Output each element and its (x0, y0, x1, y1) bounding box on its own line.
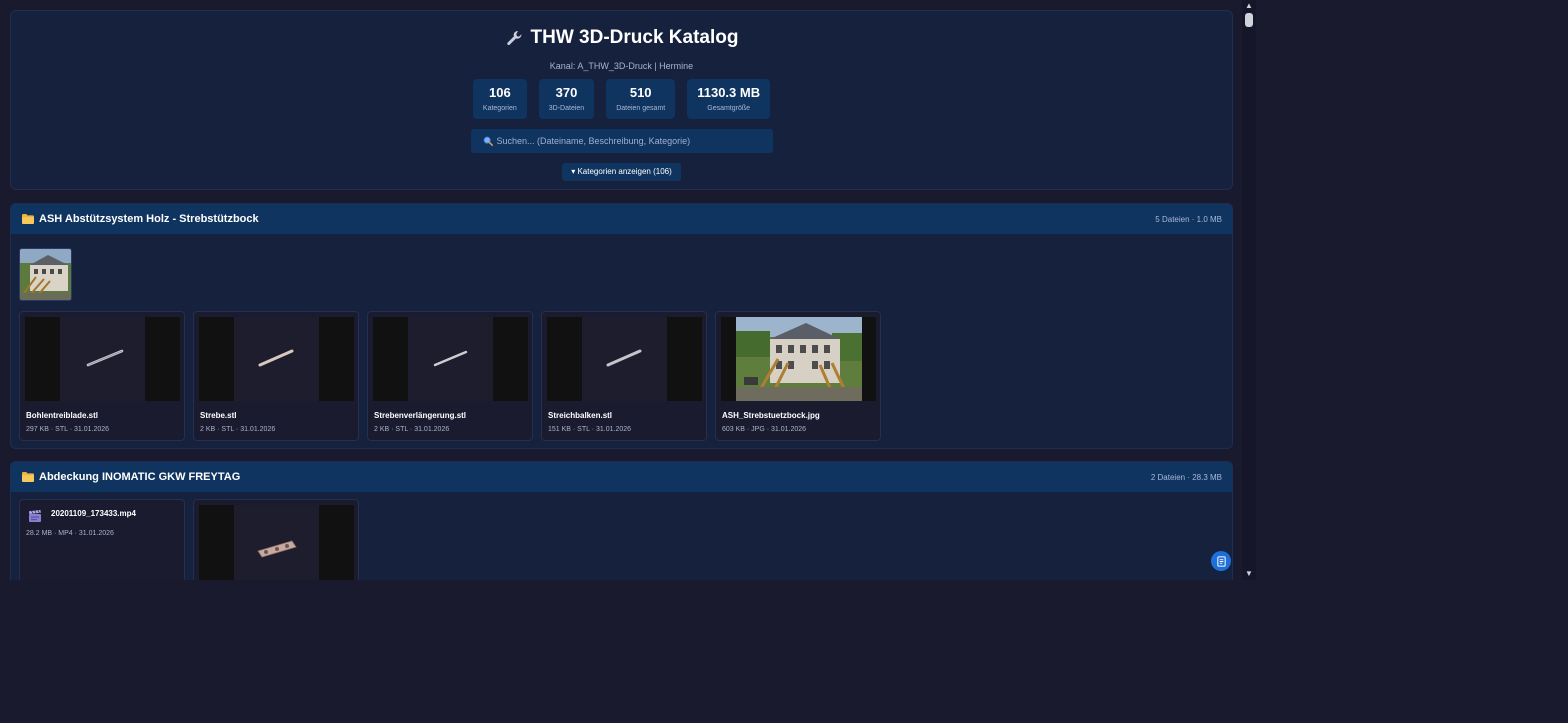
stl-model-render (606, 349, 642, 367)
search-input[interactable] (496, 136, 757, 146)
catalog-header: THW 3D-Druck Katalog Kanal: A_THW_3D-Dru… (10, 10, 1233, 190)
file-meta: 297 KB · STL · 31.01.2026 (26, 426, 110, 433)
preview-letterbox-left (547, 317, 582, 401)
preview-letterbox-right (862, 317, 876, 401)
clapperboard-icon (29, 510, 41, 522)
section-header[interactable]: Abdeckung INOMATIC GKW FREYTAG 2 Dateien… (11, 462, 1232, 492)
folder-icon (22, 472, 34, 482)
building-photo (736, 317, 862, 401)
file-meta: 151 KB · STL · 31.01.2026 (548, 426, 632, 433)
image-preview (721, 317, 876, 401)
file-grid: 20201109_173433.mp4 28.2 MB · MP4 · 31.0… (19, 499, 359, 580)
stat-label: Gesamtgröße (707, 105, 751, 112)
stl-model-render (433, 350, 468, 367)
stl-preview (199, 317, 354, 401)
section-title-text: ASH Abstützsystem Holz - Strebstützbock (39, 213, 259, 225)
stl-preview (25, 317, 180, 401)
scroll-thumb[interactable] (1245, 13, 1253, 27)
channel-subtitle: Kanal: A_THW_3D-Druck | Hermine (549, 61, 694, 71)
stat-value: 510 (629, 85, 652, 100)
stl-model-render (258, 349, 294, 367)
stat-categories: 106 Kategorien (472, 79, 527, 119)
stl-preview (373, 317, 528, 401)
stat-label: Kategorien (482, 105, 517, 112)
page-viewport: THW 3D-Druck Katalog Kanal: A_THW_3D-Dru… (0, 0, 1242, 580)
scroll-down-arrow[interactable]: ▼ (1242, 568, 1256, 580)
stat-total-size: 1130.3 MB Gesamtgröße (687, 79, 771, 119)
scroll-up-arrow[interactable]: ▲ (1242, 0, 1256, 12)
file-card[interactable]: ASH_Strebstuetzbock.jpg 603 KB · JPG · 3… (715, 311, 881, 441)
file-card[interactable]: Bohlentreiblade.stl 297 KB · STL · 31.01… (19, 311, 185, 441)
preview-letterbox-right (319, 505, 354, 580)
section-title: Abdeckung INOMATIC GKW FREYTAG (22, 471, 240, 483)
file-meta: 2 KB · STL · 31.01.2026 (200, 426, 276, 433)
wrench-icon (506, 30, 521, 46)
section-header[interactable]: ASH Abstützsystem Holz - Strebstützbock … (11, 204, 1232, 234)
file-card[interactable]: Streichbalken.stl 151 KB · STL · 31.01.2… (541, 311, 707, 441)
file-name: 20201109_173433.mp4 (51, 509, 136, 518)
file-name: Strebe.stl (200, 411, 237, 420)
file-grid: Bohlentreiblade.stl 297 KB · STL · 31.01… (19, 311, 881, 441)
stl-preview (547, 317, 702, 401)
section-title-text: Abdeckung INOMATIC GKW FREYTAG (39, 471, 241, 483)
preview-letterbox-right (319, 317, 354, 401)
stat-3d-files: 370 3D-Dateien (538, 79, 595, 119)
file-name: Streichbalken.stl (548, 411, 613, 420)
show-categories-button[interactable]: ▾ Kategorien anzeigen (106) (562, 163, 681, 181)
stl-model-render (86, 349, 124, 367)
file-meta: 603 KB · JPG · 31.01.2026 (722, 426, 807, 433)
vertical-scrollbar[interactable]: ▲ ▼ (1242, 0, 1256, 580)
file-card[interactable]: Strebenverlängerung.stl 2 KB · STL · 31.… (367, 311, 533, 441)
section-meta: 5 Dateien · 1.0 MB (1155, 214, 1222, 224)
preview-letterbox-right (145, 317, 180, 401)
title-text: THW 3D-Druck Katalog (530, 27, 739, 48)
section-meta: 2 Dateien · 28.3 MB (1150, 472, 1222, 482)
building-photo (20, 249, 71, 300)
stat-value: 106 (488, 85, 511, 100)
file-meta: 28.2 MB · MP4 · 31.01.2026 (26, 530, 114, 537)
preview-letterbox-right (493, 317, 528, 401)
folder-icon (22, 214, 34, 224)
stat-value: 1130.3 MB (697, 85, 761, 100)
stats-row: 106 Kategorien 370 3D-Dateien 510 Dateie… (11, 79, 1232, 119)
category-section: Abdeckung INOMATIC GKW FREYTAG 2 Dateien… (10, 461, 1233, 580)
file-name: Bohlentreiblade.stl (26, 411, 99, 420)
page-title: THW 3D-Druck Katalog (11, 27, 1232, 49)
file-name: ASH_Strebstuetzbock.jpg (722, 411, 820, 420)
stl-preview (199, 505, 354, 580)
file-name: Strebenverlängerung.stl (374, 411, 467, 420)
category-section: ASH Abstützsystem Holz - Strebstützbock … (10, 203, 1233, 449)
file-card[interactable] (193, 499, 359, 580)
preview-letterbox-left (721, 317, 736, 401)
stat-value: 370 (555, 85, 578, 100)
preview-letterbox-left (199, 505, 234, 580)
stl-model-render (257, 540, 297, 558)
stat-label: Dateien gesamt (616, 105, 666, 112)
file-meta: 2 KB · STL · 31.01.2026 (374, 426, 450, 433)
file-card[interactable]: Strebe.stl 2 KB · STL · 31.01.2026 (193, 311, 359, 441)
section-cover-image[interactable] (19, 248, 72, 301)
stat-total-files: 510 Dateien gesamt (606, 79, 676, 119)
magnifier-icon (483, 136, 493, 146)
file-card[interactable]: 20201109_173433.mp4 28.2 MB · MP4 · 31.0… (19, 499, 185, 580)
notes-fab-button[interactable] (1211, 551, 1231, 571)
section-title: ASH Abstützsystem Holz - Strebstützbock (22, 213, 259, 225)
search-box[interactable] (470, 129, 773, 153)
preview-letterbox-left (199, 317, 234, 401)
stat-label: 3D-Dateien (548, 105, 585, 112)
preview-letterbox-left (373, 317, 408, 401)
notes-icon (1216, 555, 1226, 567)
preview-letterbox-left (25, 317, 60, 401)
preview-letterbox-right (667, 317, 702, 401)
